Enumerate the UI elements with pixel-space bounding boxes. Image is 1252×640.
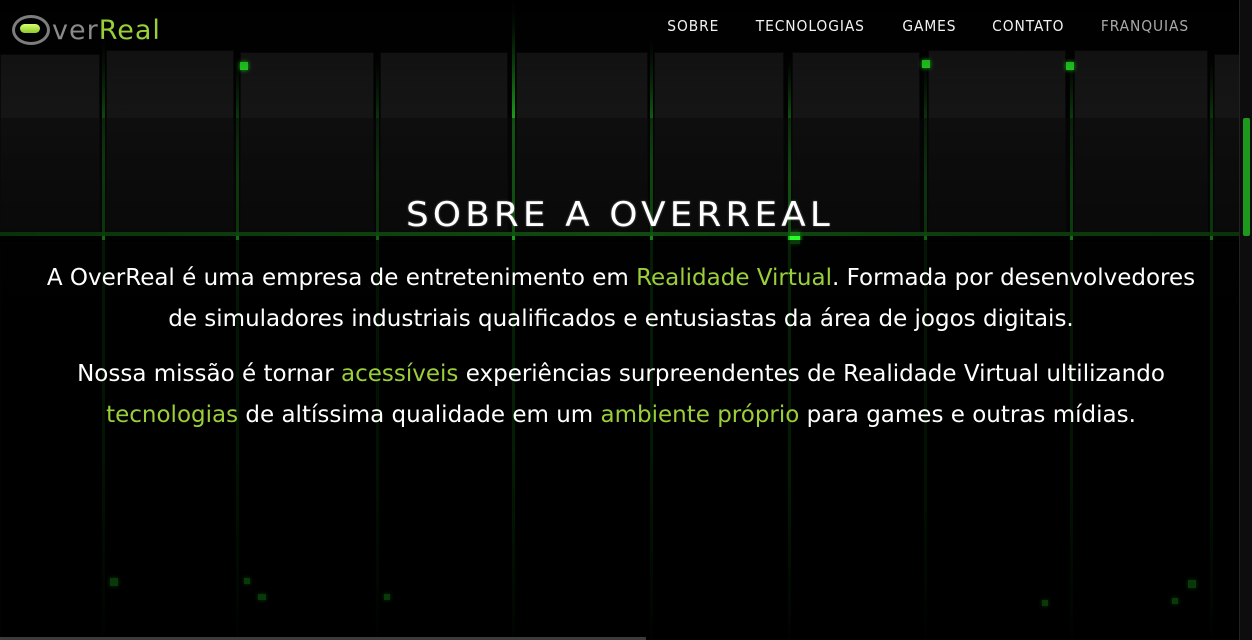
nav-item-games[interactable]: GAMES — [888, 16, 970, 36]
text-segment: Nossa missão é tornar — [77, 361, 342, 387]
logo-text: verReal — [52, 15, 161, 46]
highlight-acessiveis: acessíveis — [341, 361, 459, 387]
text-segment: de altíssima qualidade em um — [238, 402, 601, 428]
highlight-tecnologias: tecnologias — [106, 402, 239, 428]
highlight-ambiente-proprio: ambiente próprio — [600, 402, 800, 428]
section-title: SOBRE A OVERREAL — [406, 194, 834, 235]
nav-item-contato[interactable]: CONTATO — [978, 16, 1078, 36]
main-nav: SOBRE TECNOLOGIAS GAMES CONTATO FRANQUIA… — [650, 16, 1208, 36]
site-header: verReal SOBRE TECNOLOGIAS GAMES CONTATO … — [0, 0, 1240, 56]
section-content: A OverReal é uma empresa de entretenimen… — [40, 258, 1202, 450]
nav-item-tecnologias[interactable]: TECNOLOGIAS — [742, 16, 879, 36]
paragraph-mission: Nossa missão é tornar acessíveis experiê… — [40, 354, 1202, 436]
nav-item-sobre[interactable]: SOBRE — [653, 16, 733, 36]
text-segment: para games e outras mídias. — [799, 402, 1136, 428]
text-segment: experiências surpreendentes de Realidade… — [458, 361, 1165, 387]
logo[interactable]: verReal — [12, 12, 161, 48]
scrollbar-thumb[interactable] — [1243, 118, 1250, 236]
paragraph-about: A OverReal é uma empresa de entretenimen… — [40, 258, 1202, 340]
highlight-realidade-virtual: Realidade Virtual — [636, 265, 832, 291]
logo-text-real: Real — [98, 14, 161, 46]
nav-item-franquias[interactable]: FRANQUIAS — [1087, 16, 1203, 36]
page-scrollbar[interactable] — [1239, 0, 1252, 640]
logo-text-ver: ver — [52, 14, 99, 46]
logo-mark-icon — [12, 15, 50, 45]
text-segment: A OverReal é uma empresa de entretenimen… — [46, 265, 637, 291]
page: verReal SOBRE TECNOLOGIAS GAMES CONTATO … — [0, 0, 1252, 640]
